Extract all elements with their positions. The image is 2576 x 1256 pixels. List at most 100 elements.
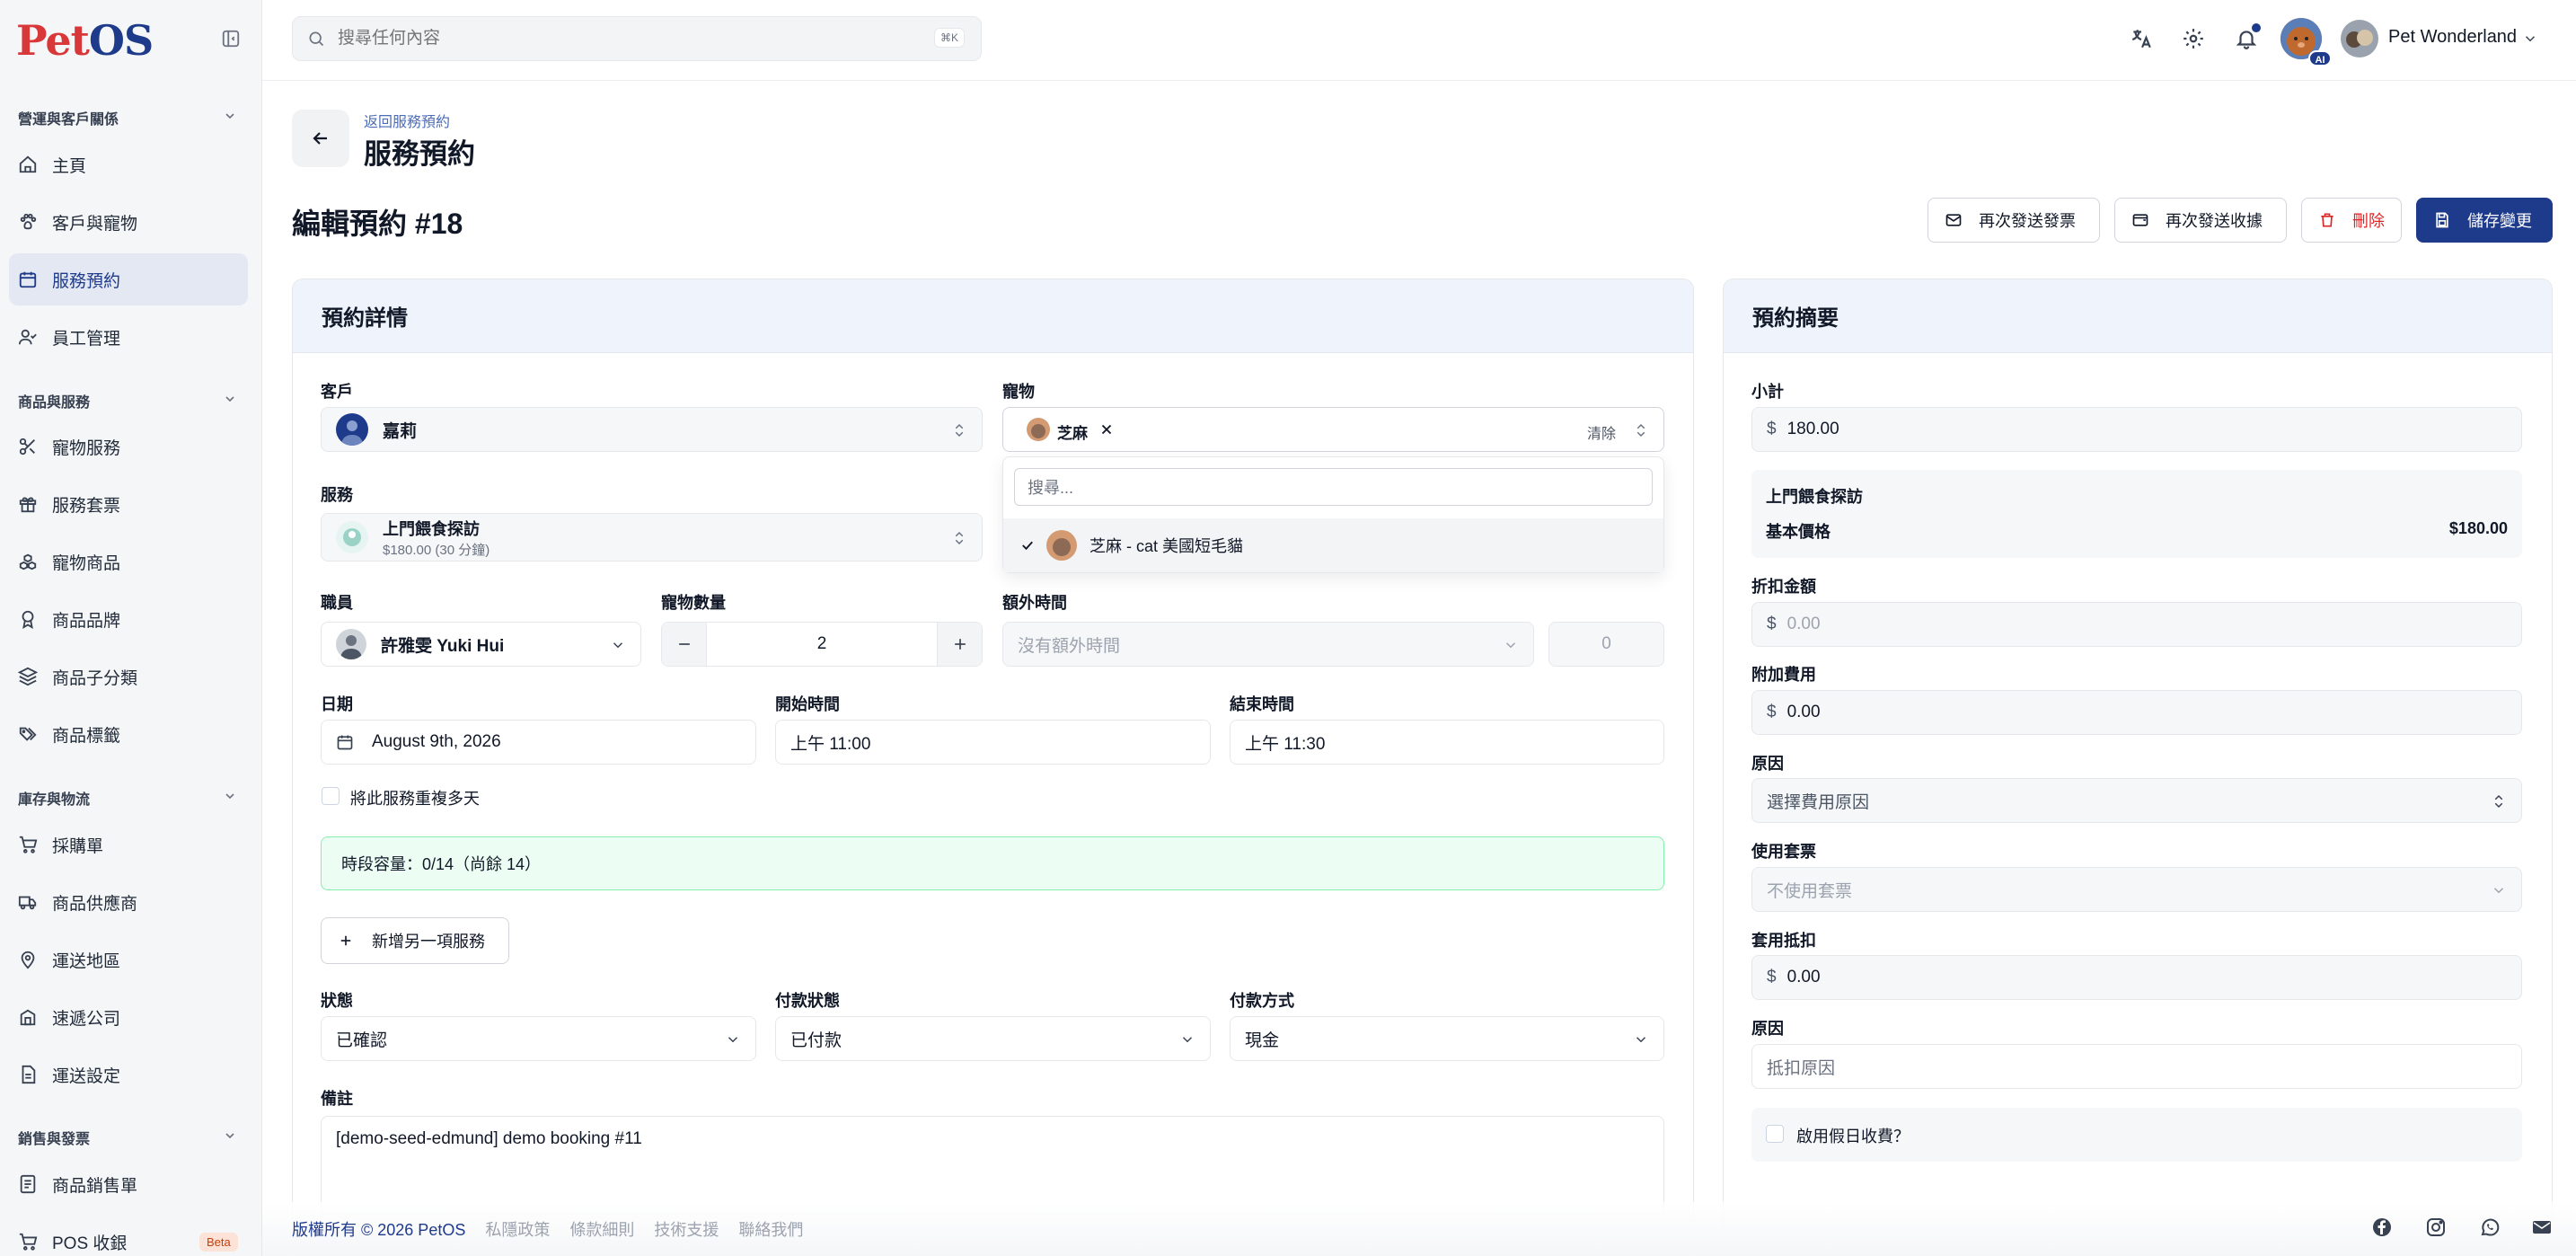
- holiday-label[interactable]: 啟用假日收費？: [1796, 1124, 1910, 1147]
- repeat-label[interactable]: 將此服務重複多天: [350, 786, 480, 809]
- pet-search-input[interactable]: 搜尋...: [1014, 468, 1653, 506]
- award-icon: [18, 609, 38, 629]
- payment-status-select[interactable]: 已付款: [775, 1016, 1211, 1061]
- sidebar-item-sales-orders[interactable]: 商品銷售單: [9, 1158, 248, 1210]
- package-offset-input[interactable]: $ 0.00: [1751, 955, 2522, 1000]
- layers-icon: [18, 667, 38, 686]
- sidebar-item-delivery-zones[interactable]: 運送地區: [9, 933, 248, 986]
- package-select[interactable]: 不使用套票: [1751, 867, 2522, 912]
- footer-link-support[interactable]: 技術支援: [654, 1217, 719, 1241]
- delete-button[interactable]: 刪除: [2301, 198, 2402, 243]
- customer-select[interactable]: 嘉莉: [321, 407, 983, 452]
- date-value: August 9th, 2026: [372, 732, 501, 751]
- holiday-checkbox[interactable]: [1766, 1125, 1784, 1143]
- calendar-icon: [336, 733, 354, 751]
- chevron-down-icon[interactable]: [223, 392, 237, 406]
- group-title-operations[interactable]: 營運與客戶關係: [18, 107, 119, 128]
- app-logo[interactable]: PetOS: [16, 16, 154, 65]
- close-icon[interactable]: [1098, 421, 1115, 438]
- service-select[interactable]: 上門餵食探訪 $180.00 (30 分鐘): [321, 513, 983, 562]
- sidebar-item-home[interactable]: 主頁: [9, 138, 248, 190]
- clear-button[interactable]: 清除: [1587, 421, 1616, 443]
- plus-icon: [338, 933, 354, 949]
- global-search[interactable]: ⌘K: [292, 16, 982, 61]
- sidebar-item-staff[interactable]: 員工管理: [9, 311, 248, 363]
- chevron-down-icon[interactable]: [223, 789, 237, 803]
- footer-link-terms[interactable]: 條款細則: [569, 1217, 634, 1241]
- sidebar-item-shipping-settings[interactable]: 運送設定: [9, 1048, 248, 1101]
- user-name[interactable]: Pet Wonderland: [2388, 27, 2517, 48]
- sidebar-item-label: 商品子分類: [52, 668, 138, 688]
- end-time-input[interactable]: 上午 11:30: [1230, 720, 1664, 765]
- sidebar-item-subcategories[interactable]: 商品子分類: [9, 650, 248, 703]
- sidebar-item-label: 服務預約: [52, 271, 121, 291]
- sidebar-item-brands[interactable]: 商品品牌: [9, 593, 248, 645]
- gear-icon[interactable]: [2182, 27, 2205, 50]
- pet-multiselect[interactable]: 芝麻 清除: [1002, 407, 1664, 452]
- sidebar-item-label: 商品銷售單: [52, 1176, 138, 1196]
- add-service-button[interactable]: 新增另一項服務: [321, 917, 509, 964]
- service-name: 上門餵食探訪: [383, 519, 480, 538]
- back-button[interactable]: [292, 110, 349, 167]
- save-changes-button[interactable]: 儲存變更: [2416, 198, 2553, 243]
- extra-time-minutes[interactable]: 0: [1548, 622, 1664, 667]
- instagram-icon[interactable]: [2425, 1216, 2447, 1238]
- footer-link-privacy[interactable]: 私隱政策: [485, 1217, 550, 1241]
- decrement-button[interactable]: [662, 623, 707, 666]
- chevron-down-icon: [2491, 882, 2507, 898]
- translate-icon[interactable]: [2130, 27, 2153, 50]
- sidebar-item-pet-services[interactable]: 寵物服務: [9, 420, 248, 473]
- sidebar-item-tags[interactable]: 商品標籤: [9, 708, 248, 760]
- resend-invoice-button[interactable]: 再次發送發票: [1928, 198, 2100, 243]
- payment-method-select[interactable]: 現金: [1230, 1016, 1664, 1061]
- group-title-sales[interactable]: 銷售與發票: [18, 1127, 90, 1148]
- footer-link-contact[interactable]: 聯絡我們: [738, 1217, 803, 1241]
- search-input[interactable]: [338, 29, 913, 49]
- chevron-down-icon[interactable]: [2522, 31, 2538, 47]
- sidebar-item-suppliers[interactable]: 商品供應商: [9, 876, 248, 928]
- breadcrumb[interactable]: 返回服務預約: [364, 110, 450, 131]
- pet-option[interactable]: 芝麻 - cat 美國短毛貓: [1003, 518, 1663, 572]
- whatsapp-icon[interactable]: [2479, 1216, 2501, 1238]
- repeat-checkbox[interactable]: [322, 787, 340, 805]
- mail-icon[interactable]: [2531, 1216, 2553, 1238]
- discount-input[interactable]: $ 0.00: [1751, 602, 2522, 647]
- user-avatar[interactable]: [2341, 20, 2378, 57]
- file-settings-icon: [18, 1065, 38, 1084]
- sidebar-item-label: 商品品牌: [52, 611, 121, 631]
- notification-dot: [2252, 23, 2261, 32]
- extra-time-select[interactable]: 沒有額外時間: [1002, 622, 1534, 667]
- surcharge-input[interactable]: $ 0.00: [1751, 690, 2522, 735]
- offset-reason-input[interactable]: 抵扣原因: [1751, 1044, 2522, 1089]
- avatar: [1027, 418, 1050, 441]
- group-title-products[interactable]: 商品與服務: [18, 390, 90, 411]
- surcharge-reason-select[interactable]: 選擇費用原因: [1751, 778, 2522, 823]
- sidebar-collapse-icon[interactable]: [221, 29, 241, 49]
- pet-label: 寵物: [1002, 383, 1035, 401]
- sidebar-item-label: 寵物服務: [52, 438, 121, 458]
- group-title-inventory[interactable]: 庫存與物流: [18, 787, 90, 809]
- increment-button[interactable]: [937, 623, 982, 666]
- status-select[interactable]: 已確認: [321, 1016, 756, 1061]
- resend-receipt-button[interactable]: 再次發送收據: [2114, 198, 2287, 243]
- sidebar-item-customers-pets[interactable]: 客戶與寵物: [9, 196, 248, 248]
- sidebar-item-bookings[interactable]: 服務預約: [9, 253, 248, 305]
- chevron-down-icon[interactable]: [223, 109, 237, 123]
- sidebar-item-pet-products[interactable]: 寵物商品: [9, 535, 248, 588]
- pet-count-stepper[interactable]: 2: [661, 622, 983, 667]
- start-time-input[interactable]: 上午 11:00: [775, 720, 1211, 765]
- staff-select[interactable]: 許雅雯 Yuki Hui: [321, 622, 641, 667]
- chevron-down-icon[interactable]: [223, 1128, 237, 1143]
- sidebar-item-label: 商品供應商: [52, 894, 138, 914]
- date-picker[interactable]: August 9th, 2026: [321, 720, 756, 765]
- facebook-icon[interactable]: [2371, 1216, 2393, 1238]
- mail-icon: [1945, 211, 1963, 229]
- sidebar-item-couriers[interactable]: 速遞公司: [9, 991, 248, 1043]
- base-price-value: $180.00: [2448, 519, 2508, 537]
- notes-textarea[interactable]: [demo-seed-edmund] demo booking #11: [321, 1116, 1664, 1215]
- pet-count-value[interactable]: 2: [707, 634, 937, 654]
- customer-label: 客戶: [321, 383, 353, 401]
- sidebar-item-packages[interactable]: 服務套票: [9, 478, 248, 530]
- staff-label: 職員: [321, 594, 353, 612]
- sidebar-item-purchase-orders[interactable]: 採購單: [9, 818, 248, 871]
